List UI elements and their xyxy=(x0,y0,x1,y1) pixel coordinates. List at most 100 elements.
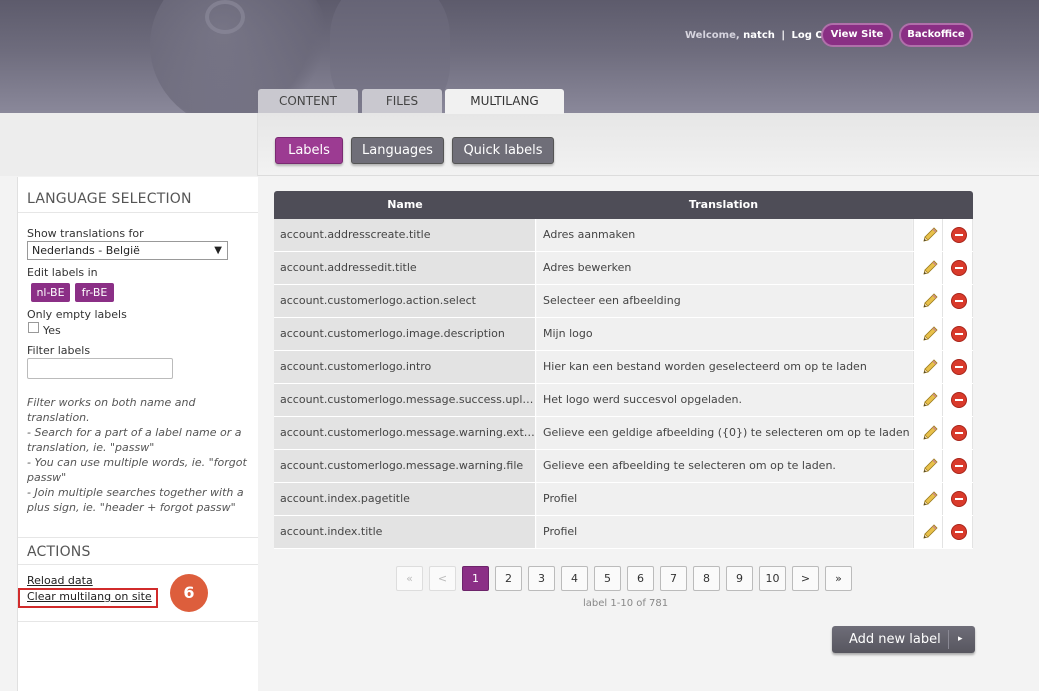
pencil-icon xyxy=(923,392,938,407)
delete-button[interactable] xyxy=(942,483,973,515)
tab-content[interactable]: CONTENT xyxy=(258,89,358,113)
edit-button[interactable] xyxy=(913,417,942,449)
label-name-cell: account.index.pagetitle xyxy=(274,483,536,515)
labels-button[interactable]: Labels xyxy=(275,137,343,164)
languages-button[interactable]: Languages xyxy=(351,137,444,164)
pagination-next[interactable]: > xyxy=(792,566,819,591)
edit-button[interactable] xyxy=(913,450,942,482)
delete-button[interactable] xyxy=(942,417,973,449)
labels-table: Name Translation account.addresscreate.t… xyxy=(274,191,973,549)
delete-button[interactable] xyxy=(942,384,973,416)
filter-help-text: Filter works on both name and translatio… xyxy=(27,395,249,515)
view-site-button[interactable]: View Site xyxy=(821,23,893,47)
column-header-name[interactable]: Name xyxy=(274,191,536,219)
language-select-value: Nederlands - België xyxy=(32,244,140,257)
pagination-page[interactable]: 6 xyxy=(627,566,654,591)
delete-icon xyxy=(951,425,967,441)
add-new-label-text: Add new label xyxy=(849,632,941,647)
edit-button[interactable] xyxy=(913,318,942,350)
pencil-icon xyxy=(923,227,938,242)
delete-icon xyxy=(951,524,967,540)
label-translation-cell: Het logo werd succesvol opgeladen. xyxy=(537,384,912,416)
pagination-page[interactable]: 7 xyxy=(660,566,687,591)
pencil-icon xyxy=(923,293,938,308)
pagination-page[interactable]: 1 xyxy=(462,566,489,591)
edit-button[interactable] xyxy=(913,516,942,548)
lang-badge-fr-be[interactable]: fr-BE xyxy=(75,283,114,302)
pagination-page[interactable]: 9 xyxy=(726,566,753,591)
pagination-page[interactable]: 8 xyxy=(693,566,720,591)
delete-icon xyxy=(951,491,967,507)
backoffice-button[interactable]: Backoffice xyxy=(899,23,973,47)
add-new-label-button[interactable]: Add new label ▸ xyxy=(832,626,975,653)
filter-labels-label: Filter labels xyxy=(27,344,91,357)
chevron-down-icon: ▼ xyxy=(214,245,222,256)
filter-input[interactable] xyxy=(27,358,173,379)
button-divider xyxy=(948,630,949,649)
edit-button[interactable] xyxy=(913,384,942,416)
edit-button[interactable] xyxy=(913,252,942,284)
table-row: account.customerlogo.message.success.upl… xyxy=(274,384,973,417)
pagination-page[interactable]: 4 xyxy=(561,566,588,591)
table-row: account.customerlogo.image.description Mi… xyxy=(274,318,973,351)
tab-files[interactable]: FILES xyxy=(362,89,442,113)
reload-data-link[interactable]: Reload data xyxy=(27,574,93,587)
yes-label: Yes xyxy=(43,324,61,337)
highlight-box xyxy=(18,588,158,608)
edit-button[interactable] xyxy=(913,351,942,383)
pencil-icon xyxy=(923,359,938,374)
table-row: account.index.pagetitle Profiel xyxy=(274,483,973,516)
label-name-cell: account.index.title xyxy=(274,516,536,548)
delete-icon xyxy=(951,227,967,243)
table-row: account.index.title Profiel xyxy=(274,516,973,549)
pagination-page[interactable]: 10 xyxy=(759,566,786,591)
label-name-cell: account.customerlogo.intro xyxy=(274,351,536,383)
table-row: account.addressedit.title Adres bewerken xyxy=(274,252,973,285)
table-row: account.customerlogo.message.warning.fil… xyxy=(274,450,973,483)
separator: | xyxy=(781,30,786,41)
language-select[interactable]: Nederlands - België ▼ xyxy=(27,241,228,260)
delete-button[interactable] xyxy=(942,285,973,317)
label-translation-cell: Adres aanmaken xyxy=(537,219,912,251)
delete-button[interactable] xyxy=(942,516,973,548)
delete-button[interactable] xyxy=(942,450,973,482)
header-decoration xyxy=(205,0,245,34)
pagination-prev[interactable]: < xyxy=(429,566,456,591)
column-header-translation[interactable]: Translation xyxy=(536,191,911,219)
table-body: account.addresscreate.title Adres aanmake… xyxy=(274,219,973,549)
username: natch xyxy=(743,30,775,41)
edit-button[interactable] xyxy=(913,285,942,317)
pencil-icon xyxy=(923,458,938,473)
delete-button[interactable] xyxy=(942,318,973,350)
label-name-cell: account.customerlogo.message.success.upl… xyxy=(274,384,536,416)
pagination-last[interactable]: » xyxy=(825,566,852,591)
delete-button[interactable] xyxy=(942,252,973,284)
welcome-text: Welcome, natch | Log Out xyxy=(685,30,836,41)
edit-button[interactable] xyxy=(913,219,942,251)
label-translation-cell: Gelieve een afbeelding te selecteren om … xyxy=(537,450,912,482)
help-line: - Search for a part of a label name or a… xyxy=(27,426,242,454)
delete-button[interactable] xyxy=(942,351,973,383)
pencil-icon xyxy=(923,260,938,275)
label-translation-cell: Selecteer een afbeelding xyxy=(537,285,912,317)
delete-button[interactable] xyxy=(942,219,973,251)
tab-multilang[interactable]: MULTILANG xyxy=(445,89,564,114)
delete-icon xyxy=(951,260,967,276)
divider xyxy=(18,564,258,565)
table-header: Name Translation xyxy=(274,191,973,219)
label-translation-cell: Adres bewerken xyxy=(537,252,912,284)
pagination-page[interactable]: 2 xyxy=(495,566,522,591)
delete-icon xyxy=(951,392,967,408)
pagination-first[interactable]: « xyxy=(396,566,423,591)
delete-icon xyxy=(951,326,967,342)
edit-button[interactable] xyxy=(913,483,942,515)
divider xyxy=(18,212,258,213)
quick-labels-button[interactable]: Quick labels xyxy=(452,137,554,164)
welcome-prefix: Welcome, xyxy=(685,30,740,41)
lang-badge-nl-be[interactable]: nl-BE xyxy=(31,283,70,302)
label-translation-cell: Profiel xyxy=(537,483,912,515)
pagination-page[interactable]: 5 xyxy=(594,566,621,591)
only-empty-checkbox[interactable] xyxy=(28,322,39,333)
pagination-page[interactable]: 3 xyxy=(528,566,555,591)
table-row: account.addresscreate.title Adres aanmake… xyxy=(274,219,973,252)
